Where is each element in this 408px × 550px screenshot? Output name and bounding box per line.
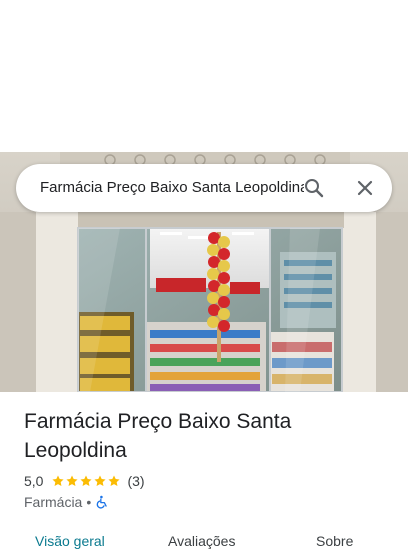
rating-row[interactable]: 5,0 (3) [24,472,145,490]
tab-overview[interactable]: Visão geral [35,532,105,550]
star-icon [66,475,79,487]
place-title: Farmácia Preço Baixo Santa Leopoldina [24,410,292,462]
tab-reviews[interactable]: Avaliações [168,532,235,550]
search-input[interactable]: Farmácia Preço Baixo Santa Leopoldina [40,164,304,212]
review-count: (3) [127,473,145,489]
search-bar: Farmácia Preço Baixo Santa Leopoldina [16,164,392,212]
rating-value: 5,0 [24,473,44,489]
star-icon [80,475,93,487]
tab-about[interactable]: Sobre [316,532,353,550]
close-icon[interactable] [353,176,377,200]
place-tabs: Visão geral Avaliações Sobre [0,526,408,549]
star-icon [94,475,107,487]
star-icon [108,475,121,487]
star-icon [52,475,65,487]
wheelchair-icon [95,495,109,509]
separator-dot: • [86,494,92,510]
place-category: Farmácia [24,494,83,510]
category-row: Farmácia • [24,493,109,511]
star-rating [51,474,121,488]
search-icon[interactable] [302,176,326,200]
